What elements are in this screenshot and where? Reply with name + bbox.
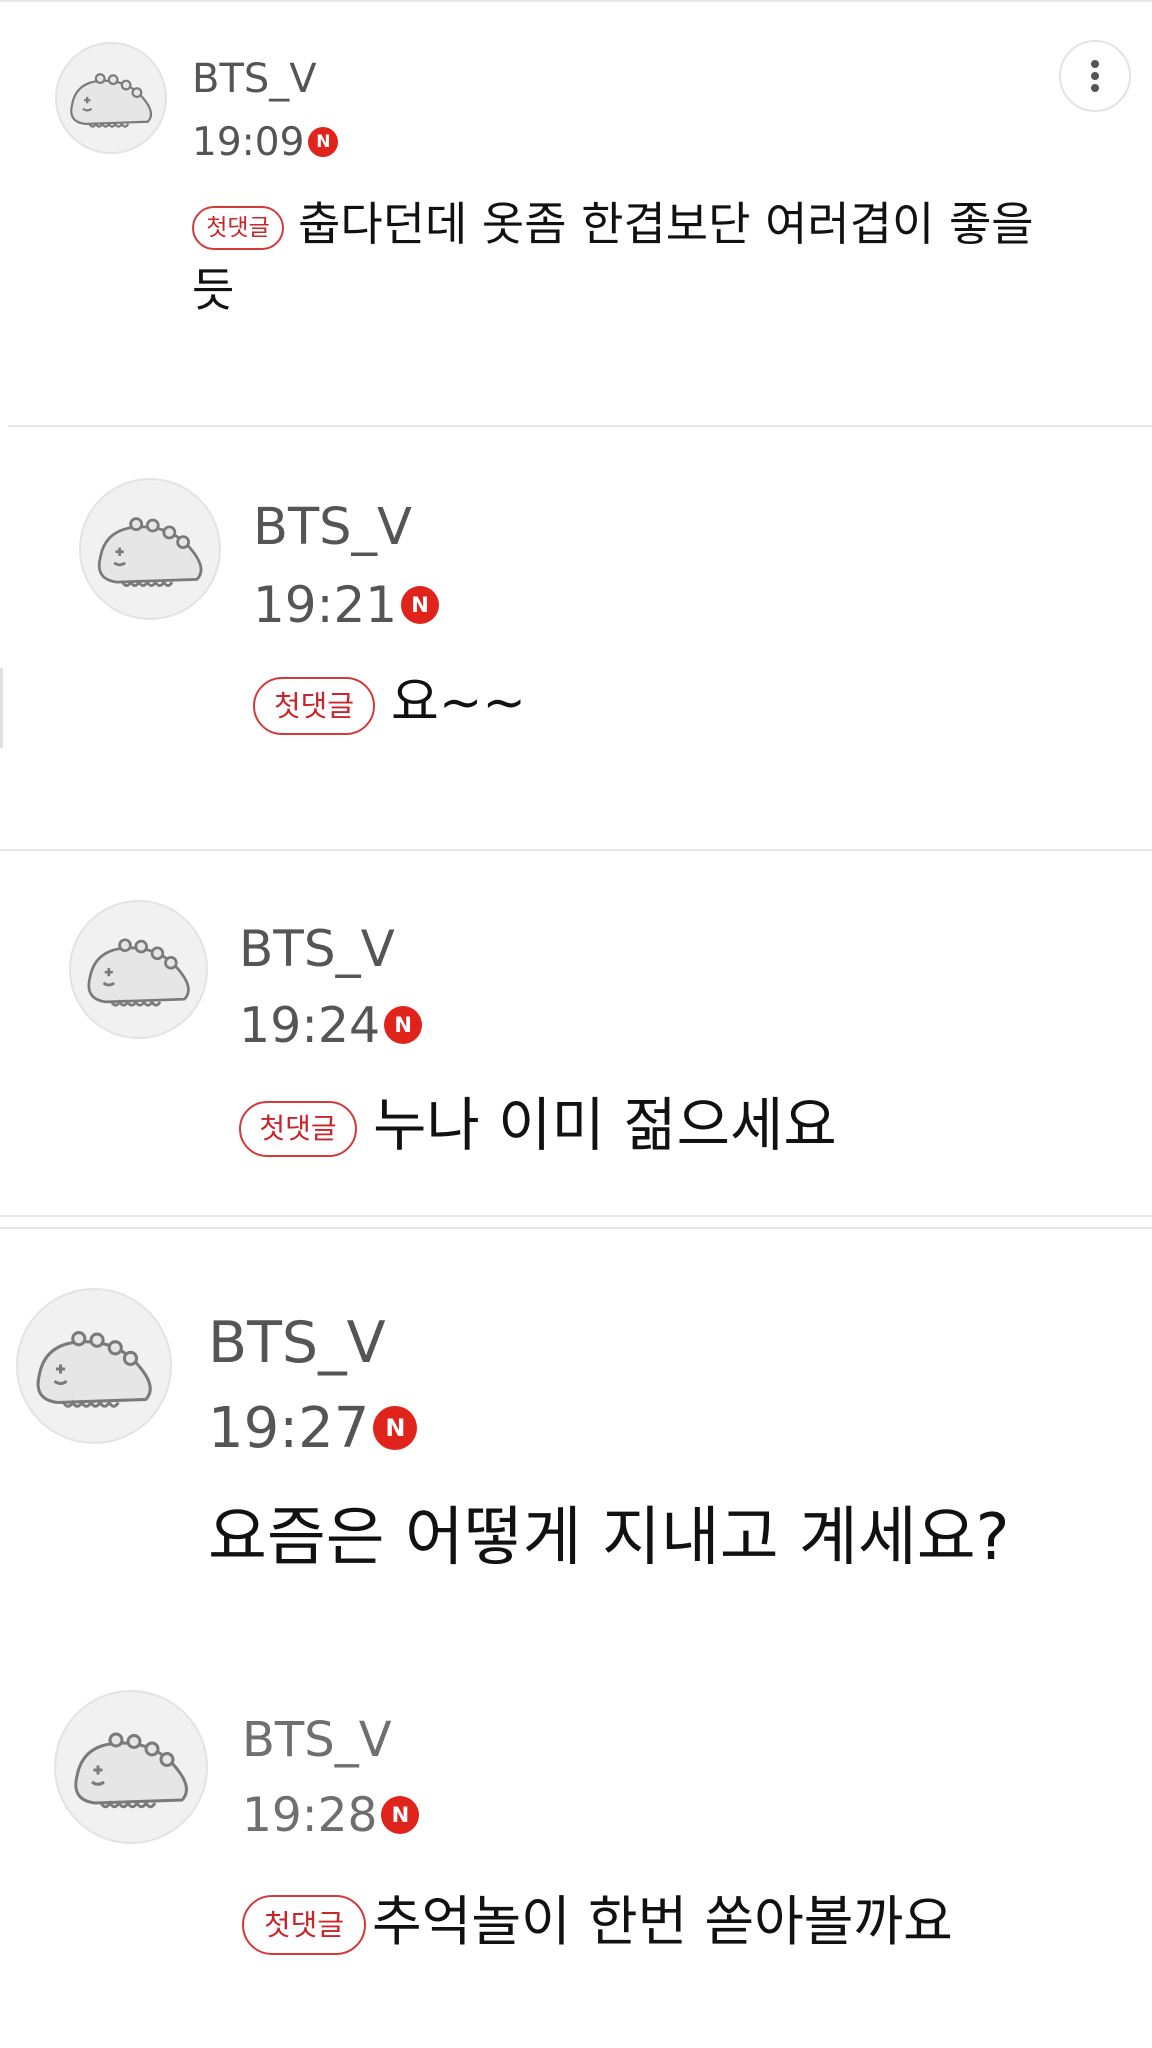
avatar[interactable]	[69, 900, 208, 1039]
first-comment-badge: 첫댓글	[192, 205, 284, 250]
first-comment-badge: 첫댓글	[239, 1100, 357, 1157]
avatar[interactable]	[55, 42, 167, 154]
dinosaur-avatar-icon	[97, 517, 203, 587]
comment-body: 요즘은 어떻게 지내고 계세요?	[208, 1501, 1010, 1575]
comment-body: 춥다던데 옷좀 한겹보단 여러겹이 좋을	[298, 197, 1034, 251]
comment-time: 19:27	[208, 1395, 370, 1461]
comment-meta: 19:27 N	[208, 1392, 418, 1464]
comment-username[interactable]: BTS_V	[242, 1712, 392, 1768]
new-badge: N	[308, 127, 339, 157]
comment-username[interactable]: BTS_V	[239, 920, 395, 978]
comment-text: 요즘은 어떻게 지내고 계세요?	[208, 1498, 1010, 1578]
comment-meta: 19:09 N	[192, 116, 339, 168]
comment-text: 첫댓글 요~~	[253, 670, 526, 736]
comment-body: 누나 이미 젊으세요	[373, 1091, 837, 1159]
comment-divider	[8, 425, 1152, 427]
comment-text: 첫댓글 추억놀이 한번 쏟아볼까요	[242, 1888, 953, 1956]
dinosaur-avatar-icon	[70, 73, 153, 128]
first-comment-badge: 첫댓글	[253, 677, 375, 735]
comment-time: 19:21	[253, 576, 398, 634]
more-options-button[interactable]	[1059, 40, 1131, 112]
avatar[interactable]	[54, 1690, 208, 1844]
dinosaur-avatar-icon	[87, 938, 190, 1007]
comment-divider	[0, 1227, 1152, 1229]
new-badge: N	[401, 586, 440, 624]
new-badge: N	[384, 1006, 423, 1044]
comment-divider	[0, 849, 1152, 851]
comment-time: 19:09	[192, 119, 305, 165]
comment-divider	[0, 1215, 1152, 1217]
comment-text-continued: 듯	[192, 263, 235, 317]
avatar[interactable]	[79, 478, 221, 620]
new-badge: N	[381, 1796, 420, 1834]
new-badge: N	[373, 1406, 418, 1450]
comment-meta: 19:24 N	[239, 994, 423, 1056]
edge-marker	[0, 668, 3, 748]
top-divider	[0, 0, 1152, 2]
comment-text: 첫댓글 누나 이미 젊으세요	[239, 1090, 837, 1160]
more-vertical-icon	[1091, 60, 1099, 92]
comment-meta: 19:21 N	[253, 574, 440, 636]
dinosaur-avatar-icon	[74, 1732, 188, 1809]
comment-text: 첫댓글 춥다던데 옷좀 한겹보단 여러겹이 좋을	[192, 196, 1034, 252]
dinosaur-avatar-icon	[36, 1331, 152, 1408]
comment-time: 19:28	[242, 1787, 378, 1843]
comment-username[interactable]: BTS_V	[208, 1310, 386, 1376]
avatar[interactable]	[16, 1288, 172, 1444]
comment-username[interactable]: BTS_V	[253, 498, 412, 557]
comment-time: 19:24	[239, 996, 381, 1054]
comment-meta: 19:28 N	[242, 1784, 420, 1846]
comment-body: 요~~	[391, 673, 526, 733]
first-comment-badge: 첫댓글	[242, 1895, 366, 1956]
comment-body: 추억놀이 한번 쏟아볼까요	[372, 1890, 953, 1953]
comment-username[interactable]: BTS_V	[192, 56, 317, 102]
